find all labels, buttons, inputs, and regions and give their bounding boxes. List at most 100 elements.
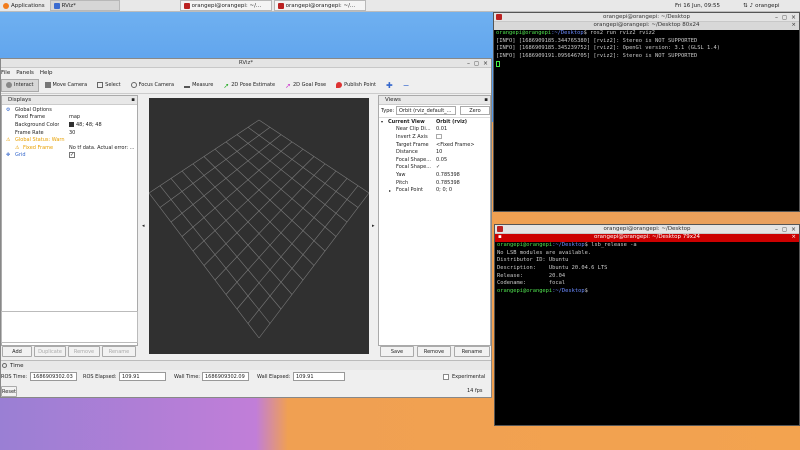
row-value[interactable]: 0; 0; 0 — [436, 187, 452, 193]
view-row[interactable]: Near Clip Di... 0.01 — [379, 126, 490, 134]
tool-interact[interactable]: Interact — [1, 78, 39, 92]
view-row[interactable]: Pitch 0.785398 — [379, 179, 490, 187]
tree-row-global-options[interactable]: ⚙ Global Options — [2, 106, 137, 114]
zero-button[interactable]: Zero — [460, 106, 490, 115]
panel-close-icon[interactable]: ▪ — [484, 97, 488, 103]
terminal-cursor-line — [494, 60, 799, 69]
experimental-label: Experimental — [452, 374, 486, 380]
row-key: Pitch — [396, 179, 409, 186]
tree-row-fixed-frame[interactable]: Fixed Frame map — [2, 114, 137, 122]
maximize-icon[interactable]: ◻ — [782, 14, 787, 21]
tool-publish-point[interactable]: Publish Point — [332, 79, 380, 92]
panel-close-icon[interactable]: ▪ — [131, 97, 135, 103]
ros-elapsed-field[interactable]: 109.91 — [119, 372, 166, 381]
row-key: Yaw — [396, 171, 406, 178]
task-rviz[interactable]: RViz* — [49, 0, 120, 11]
terminal-output[interactable]: orangepi@orangepi:~/Desktop$ ros2 run rv… — [494, 30, 799, 68]
terminal-line: [INFO] [1686909191.095646705] [rviz2]: S… — [496, 53, 698, 60]
row-value[interactable]: 0.785398 — [436, 172, 460, 178]
add-display-button[interactable]: Add — [2, 346, 32, 357]
wall-elapsed-field[interactable]: 109.91 — [293, 372, 345, 381]
tree-row-fixed-frame-status[interactable]: ⚠ Fixed Frame No tf data. Actual error: ..… — [2, 144, 137, 152]
terminal-titlebar[interactable]: orangepi@orangepi: ~/Desktop – ◻ × — [495, 225, 799, 234]
minimize-icon[interactable]: – — [467, 60, 470, 67]
tree-row-global-status[interactable]: ⚠ Global Status: Warn — [2, 136, 137, 144]
tool-label: 2D Pose Estimate — [231, 82, 276, 88]
tool-move-camera[interactable]: Move Camera — [41, 79, 92, 92]
invert-z-checkbox[interactable] — [436, 134, 442, 140]
view-row[interactable]: Yaw 0.785398 — [379, 171, 490, 179]
tool-measure[interactable]: Measure — [180, 79, 217, 92]
focal-shape-checkbox[interactable]: ✓ — [436, 164, 440, 170]
maximize-icon[interactable]: ◻ — [474, 60, 479, 67]
duplicate-display-button[interactable]: Duplicate — [34, 346, 66, 357]
rename-view-button[interactable]: Rename — [454, 346, 490, 357]
rename-display-button[interactable]: Rename — [102, 346, 136, 357]
task-terminal-2[interactable]: orangepi@orangepi: ~/... — [273, 0, 366, 11]
tab-close-icon[interactable]: × — [791, 22, 796, 28]
color-value[interactable]: 48; 48; 48 — [69, 122, 102, 128]
close-icon[interactable]: × — [483, 60, 488, 67]
toolbar: Interact Move Camera Select Focus Camera… — [1, 77, 491, 94]
menu-file[interactable]: File — [1, 70, 10, 76]
ros-time-field[interactable]: 1686909302.03 — [30, 372, 77, 381]
tool-select[interactable]: Select — [93, 79, 124, 92]
tree-row-grid[interactable]: ✥ Grid ✓ — [2, 152, 137, 160]
minimize-icon[interactable]: – — [775, 14, 778, 21]
tree-row-background-color[interactable]: Background Color 48; 48; 48 — [2, 121, 137, 129]
task-terminal-1[interactable]: orangepi@orangepi: ~/... — [179, 0, 272, 11]
user-menu[interactable]: orangepi — [755, 3, 779, 9]
network-icon[interactable]: ⇅ — [743, 3, 748, 9]
tool-2d-goal-pose[interactable]: ➚ 2D Goal Pose — [281, 79, 330, 92]
row-key: Global Status: Warn — [15, 137, 65, 144]
volume-icon[interactable]: ♪ — [750, 3, 754, 9]
row-value[interactable]: 0.01 — [436, 126, 447, 132]
menu-panels[interactable]: Panels — [16, 70, 34, 76]
row-value[interactable]: 10 — [436, 149, 442, 155]
view-row[interactable]: Distance 10 — [379, 148, 490, 156]
prompt-path: :~/Desktop — [551, 30, 584, 36]
wall-time-field[interactable]: 1686909302.09 — [202, 372, 249, 381]
add-tool-button[interactable]: ✚ — [382, 79, 397, 92]
collapse-left-icon[interactable]: ◂ — [142, 223, 145, 229]
terminal-line: Codename: focal — [497, 280, 566, 287]
menu-help[interactable]: Help — [40, 70, 53, 76]
view-row[interactable]: ▸ Focal Point 0; 0; 0 — [379, 186, 490, 194]
remove-view-button[interactable]: Remove — [417, 346, 451, 357]
collapse-right-icon[interactable]: ▸ — [372, 223, 375, 229]
remove-display-button[interactable]: Remove — [68, 346, 100, 357]
row-value[interactable]: 0.05 — [436, 157, 447, 163]
experimental-checkbox[interactable] — [443, 374, 449, 380]
terminal-titlebar[interactable]: orangepi@orangepi: ~/Desktop – ◻ × — [494, 13, 799, 22]
view-row[interactable]: Target Frame <Fixed Frame> — [379, 141, 490, 149]
save-view-button[interactable]: Save — [380, 346, 414, 357]
maximize-icon[interactable]: ◻ — [782, 226, 787, 233]
applications-menu[interactable]: Applications — [0, 0, 48, 11]
terminal-output[interactable]: orangepi@orangepi:~/Desktop$ lsb_release… — [495, 242, 799, 296]
clock[interactable]: Fri 16 Jun, 09:55 — [672, 0, 723, 11]
tree-row-frame-rate[interactable]: Frame Rate 30 — [2, 129, 137, 137]
rviz-titlebar[interactable]: RViz* – ◻ × — [1, 59, 491, 68]
row-value[interactable]: map — [69, 114, 80, 120]
tab-close-icon[interactable]: × — [791, 234, 796, 240]
tool-focus-camera[interactable]: Focus Camera — [127, 79, 179, 92]
terminal-tab-label[interactable]: orangepi@orangepi: ~/Desktop 79x24 — [594, 234, 700, 240]
tool-2d-pose-estimate[interactable]: ➚ 2D Pose Estimate — [219, 79, 279, 92]
reset-button[interactable]: Reset — [1, 386, 17, 397]
view-type-select[interactable]: Orbit (rviz_default_... — [396, 106, 456, 115]
3d-render-view[interactable] — [148, 98, 370, 354]
close-icon[interactable]: × — [791, 14, 796, 21]
close-icon[interactable]: × — [791, 226, 796, 233]
row-value[interactable]: <Fixed Frame> — [436, 142, 475, 148]
minimize-icon[interactable]: – — [775, 226, 778, 233]
terminal-tab-label[interactable]: orangepi@orangepi: ~/Desktop 80x24 — [594, 22, 700, 28]
view-row[interactable]: Focal Shape... 0.05 — [379, 156, 490, 164]
view-row[interactable]: Invert Z Axis — [379, 133, 490, 141]
view-row[interactable]: Focal Shape... ✓ — [379, 164, 490, 172]
row-value[interactable]: 30 — [69, 130, 75, 136]
type-label: Type: — [381, 108, 395, 114]
view-row[interactable]: ▾ Current View Orbit (rviz) — [379, 118, 490, 126]
row-value[interactable]: 0.785398 — [436, 180, 460, 186]
grid-enabled-checkbox[interactable]: ✓ — [69, 152, 75, 159]
remove-tool-button[interactable]: − — [399, 79, 414, 92]
